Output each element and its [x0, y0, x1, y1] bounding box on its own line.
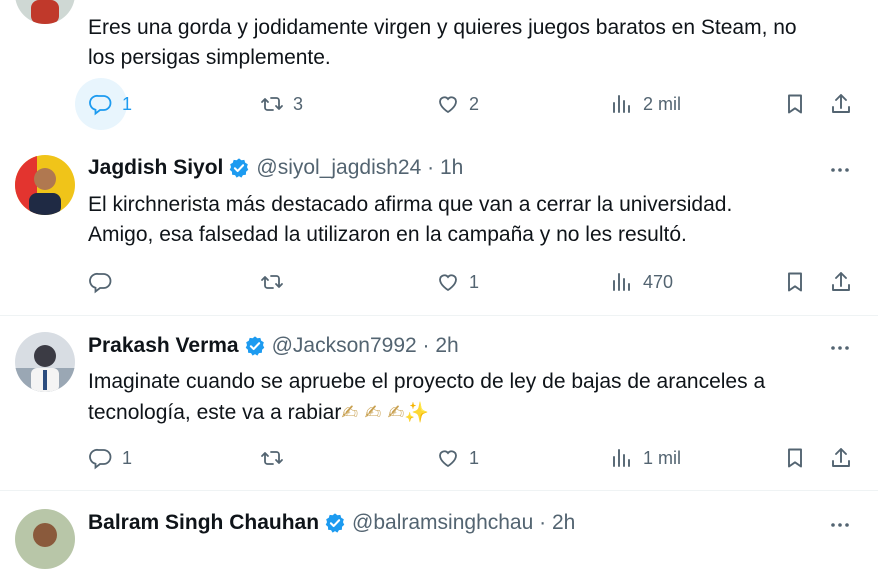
- tweet-actions: 1 3 2 2 mil: [0, 78, 878, 130]
- like-count: 1: [469, 271, 480, 292]
- share-icon: [829, 270, 853, 294]
- reply-icon: [89, 270, 113, 294]
- writing-hand-emoji: ✍ ✍ ✍: [341, 400, 405, 424]
- views-button[interactable]: 1 mil: [610, 446, 681, 470]
- bookmark-icon: [783, 446, 807, 470]
- share-icon: [829, 92, 853, 116]
- share-icon: [829, 446, 853, 470]
- reply-count: 1: [122, 93, 133, 114]
- retweet-button[interactable]: [260, 270, 293, 294]
- bookmark-button[interactable]: [783, 92, 807, 116]
- retweet-button[interactable]: 3: [260, 92, 303, 116]
- verified-badge-icon: [324, 512, 346, 534]
- bookmark-icon: [783, 270, 807, 294]
- tweet-text-line: los persigas simplemente.: [88, 46, 331, 69]
- author-name[interactable]: Prakash Verma: [88, 334, 239, 358]
- views-icon: [610, 270, 634, 294]
- tweet-actions: 1 470: [0, 262, 878, 302]
- heart-icon: [436, 446, 460, 470]
- views-count: 1 mil: [643, 447, 682, 468]
- reply-icon: [89, 446, 113, 470]
- more-icon[interactable]: [828, 158, 852, 182]
- author-handle[interactable]: @siyol_jagdish24 · 1h: [256, 156, 463, 180]
- share-button[interactable]: [829, 92, 853, 116]
- avatar[interactable]: [15, 155, 75, 215]
- retweet-icon: [260, 270, 284, 294]
- reply-button[interactable]: [89, 270, 122, 294]
- retweet-icon: [260, 92, 284, 116]
- like-button[interactable]: 1: [436, 446, 479, 470]
- avatar[interactable]: [15, 509, 75, 569]
- tweet-text-line: El kirchnerista más destacado afirma que…: [88, 193, 733, 216]
- retweet-icon: [260, 446, 284, 470]
- views-button[interactable]: 470: [610, 270, 673, 294]
- tweet-text-line: Eres una gorda y jodidamente virgen y qu…: [88, 16, 797, 39]
- bookmark-button[interactable]: [783, 270, 807, 294]
- tweet-header: Prakash Verma @Jackson7992 · 2h: [88, 334, 459, 358]
- author-name[interactable]: Jagdish Siyol: [88, 156, 223, 180]
- tweet[interactable]: Eres una gorda y jodidamente virgen y qu…: [0, 0, 878, 139]
- share-button[interactable]: [829, 446, 853, 470]
- reply-icon: [89, 92, 113, 116]
- tweet[interactable]: Jagdish Siyol @siyol_jagdish24 · 1h El k…: [0, 138, 878, 316]
- heart-icon: [436, 270, 460, 294]
- views-button[interactable]: 2 mil: [610, 92, 681, 116]
- retweet-count: 3: [293, 93, 304, 114]
- reply-count: 1: [122, 447, 133, 468]
- tweet[interactable]: Prakash Verma @Jackson7992 · 2h Imaginat…: [0, 316, 878, 491]
- tweet-text-line: Imaginate cuando se apruebe el proyecto …: [88, 370, 766, 393]
- avatar[interactable]: [15, 332, 75, 392]
- bookmark-icon: [783, 92, 807, 116]
- like-button[interactable]: 2: [436, 92, 479, 116]
- tweet-header: Balram Singh Chauhan @balramsinghchau · …: [88, 511, 575, 535]
- share-button[interactable]: [829, 270, 853, 294]
- like-count: 2: [469, 93, 480, 114]
- verified-badge-icon: [244, 335, 266, 357]
- like-button[interactable]: 1: [436, 270, 479, 294]
- author-handle[interactable]: @balramsinghchau · 2h: [352, 511, 575, 535]
- retweet-button[interactable]: [260, 446, 293, 470]
- more-icon[interactable]: [828, 513, 852, 537]
- tweet-text: Imaginate cuando se apruebe el proyecto …: [88, 367, 858, 428]
- tweet-header: Jagdish Siyol @siyol_jagdish24 · 1h: [88, 156, 463, 180]
- views-icon: [610, 92, 634, 116]
- reply-button[interactable]: 1: [89, 446, 132, 470]
- tweet[interactable]: Balram Singh Chauhan @balramsinghchau · …: [0, 491, 878, 569]
- verified-badge-icon: [228, 157, 250, 179]
- more-icon[interactable]: [828, 336, 852, 360]
- tweet-text: Eres una gorda y jodidamente virgen y qu…: [88, 13, 858, 73]
- avatar[interactable]: [15, 0, 75, 24]
- bookmark-button[interactable]: [783, 446, 807, 470]
- tweet-text-line: tecnología, este va a rabiar✍ ✍ ✍✨: [88, 397, 858, 428]
- tweet-text-line: Amigo, esa falsedad la utilizaron en la …: [88, 223, 687, 246]
- tweet-text: El kirchnerista más destacado afirma que…: [88, 190, 858, 250]
- author-handle[interactable]: @Jackson7992 · 2h: [272, 334, 459, 358]
- sparkles-emoji: ✨: [404, 400, 430, 424]
- views-count: 470: [643, 271, 674, 292]
- author-name[interactable]: Balram Singh Chauhan: [88, 511, 319, 535]
- views-count: 2 mil: [643, 93, 682, 114]
- tweet-actions: 1 1 1 mil: [0, 440, 878, 480]
- reply-button[interactable]: 1: [89, 92, 132, 116]
- tweet-text-segment: tecnología, este va a rabiar: [88, 401, 342, 424]
- heart-icon: [436, 92, 460, 116]
- like-count: 1: [469, 447, 480, 468]
- views-icon: [610, 446, 634, 470]
